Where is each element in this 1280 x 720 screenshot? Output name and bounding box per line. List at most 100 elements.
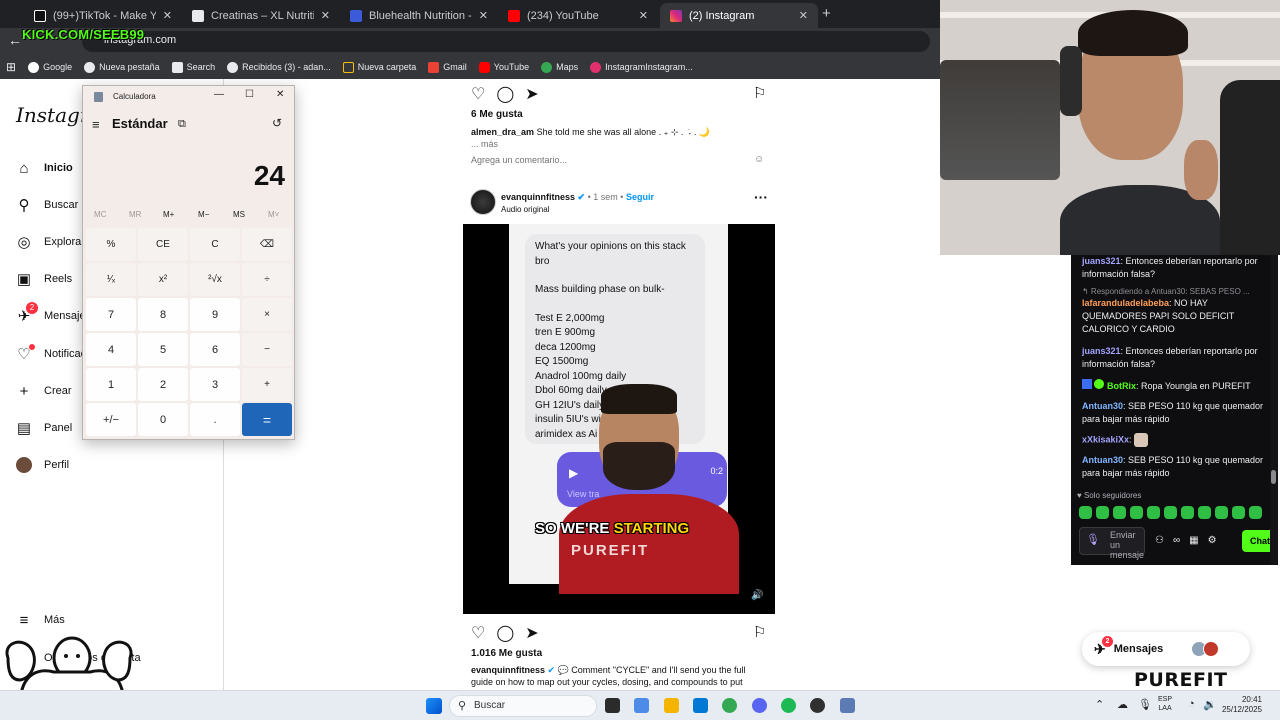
key-6[interactable]: 6 xyxy=(190,333,240,366)
clear-entry-key[interactable]: CE xyxy=(138,228,188,261)
key-9[interactable]: 9 xyxy=(190,298,240,331)
gift-icon[interactable]: ▦ xyxy=(1189,535,1198,546)
apps-grid-icon[interactable]: ⊞ xyxy=(6,60,16,74)
divide-key[interactable]: ÷ xyxy=(242,263,292,296)
memory-list-button[interactable]: M˅ xyxy=(268,210,279,219)
keep-on-top-icon[interactable]: ⧉ xyxy=(178,118,186,131)
chat-scrollbar[interactable] xyxy=(1270,255,1278,565)
square-key[interactable]: x² xyxy=(138,263,188,296)
bookmark-youtube[interactable]: YouTube xyxy=(478,61,529,73)
users-icon[interactable]: ⚇ xyxy=(1155,535,1164,546)
tab-creatinas[interactable]: Creatinas – XL Nutrition ✕ xyxy=(182,3,340,28)
chat-message-input[interactable]: 🎙 Enviar un mensaje xyxy=(1079,527,1145,560)
nav-mensajes[interactable]: ✈ 2 Mensajes xyxy=(15,302,91,325)
settings-icon[interactable]: ⚙ xyxy=(1208,535,1217,546)
bookmark-gmail[interactable]: Gmail xyxy=(428,61,467,73)
nav-perfil[interactable]: Perfil xyxy=(15,456,69,474)
save-icon[interactable]: ⚐ xyxy=(753,623,766,641)
close-button[interactable]: ✕ xyxy=(276,89,284,100)
memory-store-button[interactable]: MS xyxy=(233,210,245,219)
add-key[interactable]: + xyxy=(242,368,292,401)
post1-username[interactable]: almen_dra_am xyxy=(471,127,534,137)
multiply-key[interactable]: × xyxy=(242,298,292,331)
memory-add-button[interactable]: M+ xyxy=(163,210,174,219)
subtract-key[interactable]: − xyxy=(242,333,292,366)
key-0[interactable]: 0 xyxy=(138,403,188,436)
reel-video[interactable]: What's your opinions on this stack bro M… xyxy=(463,224,775,614)
like-icon[interactable]: ♡ xyxy=(471,623,485,643)
close-tab-icon[interactable]: ✕ xyxy=(479,9,488,22)
task-view-icon[interactable] xyxy=(605,698,620,713)
nav-reels[interactable]: ▣ Reels xyxy=(15,270,72,288)
key-2[interactable]: 2 xyxy=(138,368,188,401)
bookmark-nueva-pestana[interactable]: Nueva pestaña xyxy=(84,61,160,73)
emote-icon[interactable] xyxy=(1164,506,1177,519)
bookmark-recibidos[interactable]: Recibidos (3) - adan... xyxy=(227,61,331,73)
network-icon[interactable]: ☁ xyxy=(1117,698,1128,711)
close-tab-icon[interactable]: ✕ xyxy=(321,9,330,22)
maximize-button[interactable]: ☐ xyxy=(245,89,254,100)
audio-label[interactable]: Audio original xyxy=(501,205,549,214)
comment-icon[interactable]: ◯ xyxy=(496,623,514,643)
key-3[interactable]: 3 xyxy=(190,368,240,401)
chrome-icon[interactable] xyxy=(722,698,737,713)
emote-icon[interactable] xyxy=(1215,506,1228,519)
negate-key[interactable]: +/− xyxy=(86,403,136,436)
emote-icon[interactable] xyxy=(1113,506,1126,519)
memory-recall-button[interactable]: MR xyxy=(129,210,141,219)
volume-icon[interactable]: 🔊 xyxy=(751,590,763,601)
like-icon[interactable]: ♡ xyxy=(471,84,485,104)
emote-icon[interactable] xyxy=(1096,506,1109,519)
nav-crear[interactable]: + Crear xyxy=(15,382,72,400)
nav-panel[interactable]: ▤ Panel xyxy=(15,419,72,437)
emote-icon[interactable] xyxy=(1147,506,1160,519)
decimal-key[interactable]: . xyxy=(190,403,240,436)
key-8[interactable]: 8 xyxy=(138,298,188,331)
post1-likes[interactable]: 6 Me gusta xyxy=(471,109,523,120)
reciprocal-key[interactable]: ¹⁄ₓ xyxy=(86,263,136,296)
start-button[interactable] xyxy=(426,698,442,714)
tab-bluehealth[interactable]: Bluehealth Nutrition - Calidad G ✕ xyxy=(340,3,498,28)
bookmark-nueva-carpeta[interactable]: Nueva carpeta xyxy=(342,61,416,73)
post2-username[interactable]: evanquinnfitness xyxy=(501,192,575,202)
close-tab-icon[interactable]: ✕ xyxy=(799,9,808,22)
tab-tiktok[interactable]: (99+)TikTok - Make Your Day ✕ xyxy=(24,3,182,28)
key-4[interactable]: 4 xyxy=(86,333,136,366)
widgets-icon[interactable] xyxy=(634,698,649,713)
memory-subtract-button[interactable]: M− xyxy=(198,210,209,219)
nav-inicio[interactable]: ⌂ Inicio xyxy=(15,159,72,177)
nav-buscar[interactable]: ⚲ Buscar xyxy=(15,196,79,214)
emote-icon[interactable] xyxy=(1232,506,1245,519)
share-icon[interactable]: ➤ xyxy=(525,84,538,104)
chat-scrollbar-thumb[interactable] xyxy=(1271,470,1276,484)
backspace-key[interactable]: ⌫ xyxy=(242,228,292,261)
bookmark-google[interactable]: Google xyxy=(28,61,72,73)
wifi-icon[interactable]: ◔ xyxy=(1188,698,1195,710)
emoji-icon[interactable]: ☺ xyxy=(754,154,764,165)
spotify-icon[interactable] xyxy=(781,698,796,713)
avatar[interactable] xyxy=(470,189,496,215)
post2-likes[interactable]: 1.016 Me gusta xyxy=(471,648,542,659)
back-icon[interactable]: ← xyxy=(8,32,22,48)
more-link[interactable]: ... más xyxy=(471,139,498,149)
add-comment-input[interactable]: Agrega un comentario... xyxy=(471,155,567,165)
follow-button[interactable]: Seguir xyxy=(626,192,654,202)
file-explorer-icon[interactable] xyxy=(664,698,679,713)
clock[interactable]: 20:41 25/12/2025 xyxy=(1216,695,1262,715)
close-tab-icon[interactable]: ✕ xyxy=(163,9,172,22)
messages-pill[interactable]: ✈ 2 Mensajes xyxy=(1082,632,1250,666)
language-indicator[interactable]: ESP LAA xyxy=(1158,695,1172,713)
clear-key[interactable]: C xyxy=(190,228,240,261)
emote-icon[interactable] xyxy=(1181,506,1194,519)
outlook-icon[interactable] xyxy=(693,698,708,713)
microphone-icon[interactable]: 🎙 xyxy=(1138,698,1152,711)
new-tab-button[interactable]: + xyxy=(822,5,831,22)
square-root-key[interactable]: ²√x xyxy=(190,263,240,296)
microphone-icon[interactable]: 🎙 xyxy=(1086,535,1100,546)
emote-icon[interactable] xyxy=(1249,506,1262,519)
percent-key[interactable]: % xyxy=(86,228,136,261)
memory-clear-button[interactable]: MC xyxy=(94,210,106,219)
minimize-button[interactable]: — xyxy=(214,89,224,100)
emote-icon[interactable] xyxy=(1079,506,1092,519)
discord-icon[interactable] xyxy=(752,698,767,713)
